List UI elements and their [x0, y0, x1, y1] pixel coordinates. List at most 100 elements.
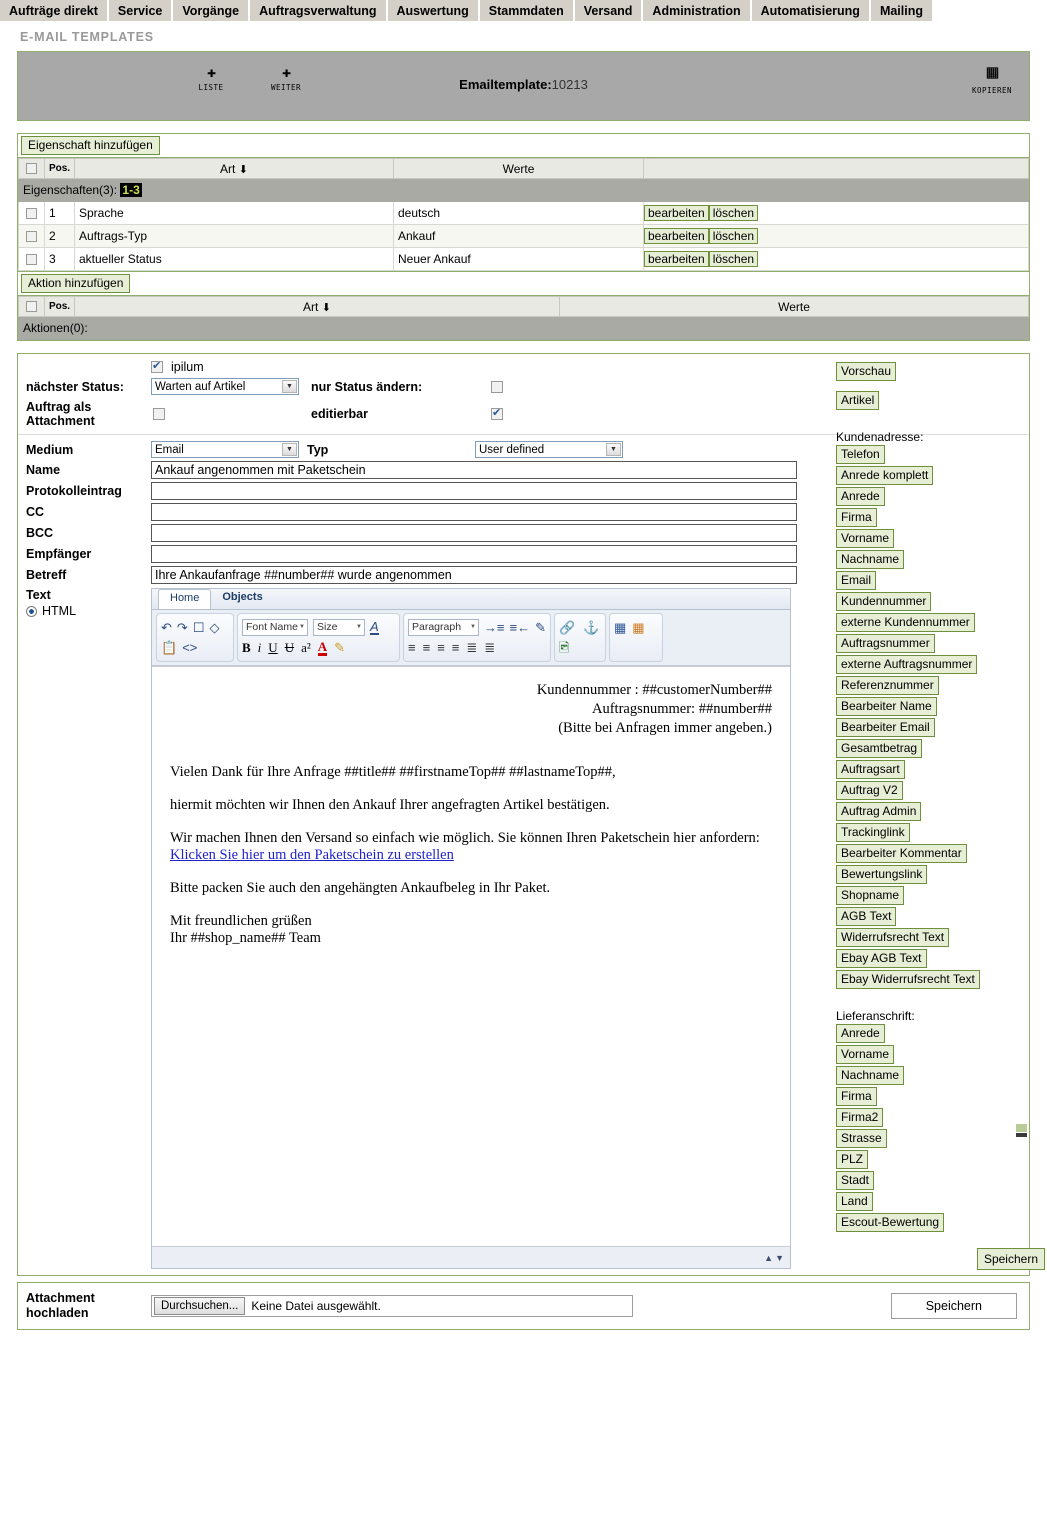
eraser-icon[interactable]: ◇	[209, 621, 219, 634]
clear-formatting-icon[interactable]: A	[370, 620, 379, 635]
align-center-icon[interactable]: ≡	[423, 641, 431, 654]
source-code-icon[interactable]: <>	[182, 641, 197, 654]
tag-artikel-0[interactable]: Artikel	[836, 391, 880, 410]
tag-kundenadresse-21[interactable]: Shopname	[836, 886, 905, 905]
tag-kundenadresse-5[interactable]: Nachname	[836, 550, 905, 569]
superscript-icon[interactable]: a²	[301, 641, 311, 654]
file-input[interactable]: Durchsuchen... Keine Datei ausgewählt.	[151, 1295, 633, 1317]
edit-paragraph-icon[interactable]: ✎	[535, 621, 546, 634]
tag-kundenadresse-8[interactable]: externe Kundennummer	[836, 613, 975, 632]
insert-image-icon[interactable]: 🖻	[559, 641, 569, 654]
tag-lieferanschrift-4[interactable]: Firma2	[836, 1108, 884, 1127]
nav-tab-5[interactable]: Stammdaten	[479, 0, 575, 21]
actions-art-header[interactable]: Art ⬇	[74, 296, 560, 317]
betreff-input[interactable]: Ihre Ankaufanfrage ##number## wurde ange…	[151, 566, 797, 584]
attachment-save-button[interactable]: Speichern	[890, 1293, 1017, 1319]
cc-input[interactable]	[151, 503, 797, 521]
tag-kundenadresse-12[interactable]: Bearbeiter Name	[836, 697, 937, 716]
tag-kundenadresse-11[interactable]: Referenznummer	[836, 676, 939, 695]
underline-icon[interactable]: U	[268, 641, 277, 654]
delete-button[interactable]: löschen	[708, 228, 759, 244]
delete-button[interactable]: löschen	[708, 251, 759, 267]
art-header[interactable]: Art ⬇	[74, 158, 394, 179]
paketschein-link[interactable]: Klicken Sie hier um den Paketschein zu e…	[170, 847, 454, 863]
tag-kundenadresse-22[interactable]: AGB Text	[836, 907, 897, 926]
italic-icon[interactable]: i	[258, 641, 262, 654]
actions-select-all-checkbox[interactable]	[26, 300, 37, 312]
unordered-list-icon[interactable]: ≣	[484, 641, 495, 654]
tag-lieferanschrift-2[interactable]: Nachname	[836, 1066, 905, 1085]
table-row[interactable]: 2 Auftrags-Typ Ankauf bearbeiten löschen	[18, 224, 1029, 248]
tag-kundenadresse-14[interactable]: Gesamtbetrag	[836, 739, 923, 758]
tag-kundenadresse-24[interactable]: Ebay AGB Text	[836, 949, 927, 968]
edit-button[interactable]: bearbeiten	[644, 251, 709, 267]
font-name-select[interactable]: Font Name ▼	[242, 618, 308, 636]
nav-tab-7[interactable]: Administration	[643, 0, 752, 21]
align-left-icon[interactable]: ≡	[408, 641, 416, 654]
tag-kundenadresse-13[interactable]: Bearbeiter Email	[836, 718, 935, 737]
empfaenger-input[interactable]	[151, 545, 797, 563]
row-checkbox[interactable]	[26, 231, 37, 243]
scroll-up-icon[interactable]: ▲	[764, 1253, 773, 1263]
highlight-color-icon[interactable]: ✎	[334, 641, 345, 654]
tag-kundenadresse-19[interactable]: Bearbeiter Kommentar	[836, 844, 967, 863]
paragraph-select[interactable]: Paragraph ▼	[408, 618, 479, 636]
font-color-icon[interactable]: A	[317, 640, 328, 656]
tag-kundenadresse-1[interactable]: Anrede komplett	[836, 466, 934, 485]
edit-button[interactable]: bearbeiten	[644, 205, 709, 221]
tag-lieferanschrift-0[interactable]: Anrede	[836, 1024, 885, 1043]
tag-vorschau-0[interactable]: Vorschau	[836, 362, 897, 381]
indent-decrease-icon[interactable]: ≡←	[510, 621, 531, 634]
anchor-icon[interactable]: ⚓	[583, 621, 599, 634]
nav-tab-1[interactable]: Service	[108, 0, 174, 21]
ordered-list-icon[interactable]: ≣	[466, 641, 477, 654]
font-size-select[interactable]: Size ▼	[313, 618, 365, 636]
strikethrough-icon[interactable]: U	[285, 641, 294, 654]
tag-kundenadresse-15[interactable]: Auftragsart	[836, 760, 905, 779]
tag-kundenadresse-17[interactable]: Auftrag Admin	[836, 802, 922, 821]
align-right-icon[interactable]: ≡	[437, 641, 445, 654]
redo-icon[interactable]: ↷	[177, 621, 188, 634]
select-all-checkbox[interactable]	[26, 162, 37, 174]
table-row[interactable]: 3 aktueller Status Neuer Ankauf bearbeit…	[18, 247, 1029, 271]
nav-tab-0[interactable]: Aufträge direkt	[0, 0, 109, 21]
add-property-button[interactable]: Eigenschaft hinzufügen	[21, 136, 160, 155]
html-radio[interactable]	[26, 605, 37, 617]
nav-tab-8[interactable]: Automatisierung	[751, 0, 871, 21]
insert-table-icon[interactable]: ▦	[614, 621, 626, 634]
tag-lieferanschrift-9[interactable]: Escout-Bewertung	[836, 1213, 945, 1232]
protokolleintrag-input[interactable]	[151, 482, 797, 500]
save-button[interactable]: Speichern	[976, 1248, 1045, 1270]
tag-kundenadresse-16[interactable]: Auftrag V2	[836, 781, 903, 800]
row-checkbox[interactable]	[26, 254, 37, 266]
bold-icon[interactable]: B	[242, 641, 251, 654]
nav-tab-3[interactable]: Auftragsverwaltung	[250, 0, 388, 21]
tag-lieferanschrift-7[interactable]: Stadt	[836, 1171, 875, 1190]
tag-lieferanschrift-6[interactable]: PLZ	[836, 1150, 869, 1169]
bcc-input[interactable]	[151, 524, 797, 542]
tag-kundenadresse-0[interactable]: Telefon	[836, 445, 885, 464]
tag-kundenadresse-25[interactable]: Ebay Widerrufsrecht Text	[836, 970, 980, 989]
delete-button[interactable]: löschen	[708, 205, 759, 221]
name-input[interactable]: Ankauf angenommen mit Paketschein	[151, 461, 797, 479]
next-status-select[interactable]: Warten auf Artikel ▼	[151, 378, 299, 395]
nav-tab-2[interactable]: Vorgänge	[173, 0, 251, 21]
tab-home[interactable]: Home	[158, 589, 212, 609]
paste-icon[interactable]: 📋	[161, 641, 177, 654]
edit-button[interactable]: bearbeiten	[644, 228, 709, 244]
tag-lieferanschrift-5[interactable]: Strasse	[836, 1129, 887, 1148]
tag-kundenadresse-23[interactable]: Widerrufsrecht Text	[836, 928, 950, 947]
tag-kundenadresse-2[interactable]: Anrede	[836, 487, 885, 506]
only-status-checkbox[interactable]	[491, 380, 503, 393]
tag-kundenadresse-4[interactable]: Vorname	[836, 529, 895, 548]
add-action-button[interactable]: Aktion hinzufügen	[21, 274, 131, 293]
undo-icon[interactable]: ↶	[161, 621, 172, 634]
scroll-down-icon[interactable]: ▼	[775, 1253, 784, 1263]
select-all-icon[interactable]: ☐	[193, 621, 205, 634]
tag-kundenadresse-20[interactable]: Bewertungslink	[836, 865, 928, 884]
edit-table-icon[interactable]: ▦	[632, 621, 644, 634]
align-justify-icon[interactable]: ≡	[452, 641, 460, 654]
nav-tab-9[interactable]: Mailing	[870, 0, 934, 21]
browse-button[interactable]: Durchsuchen...	[154, 1297, 246, 1315]
tag-kundenadresse-3[interactable]: Firma	[836, 508, 877, 527]
